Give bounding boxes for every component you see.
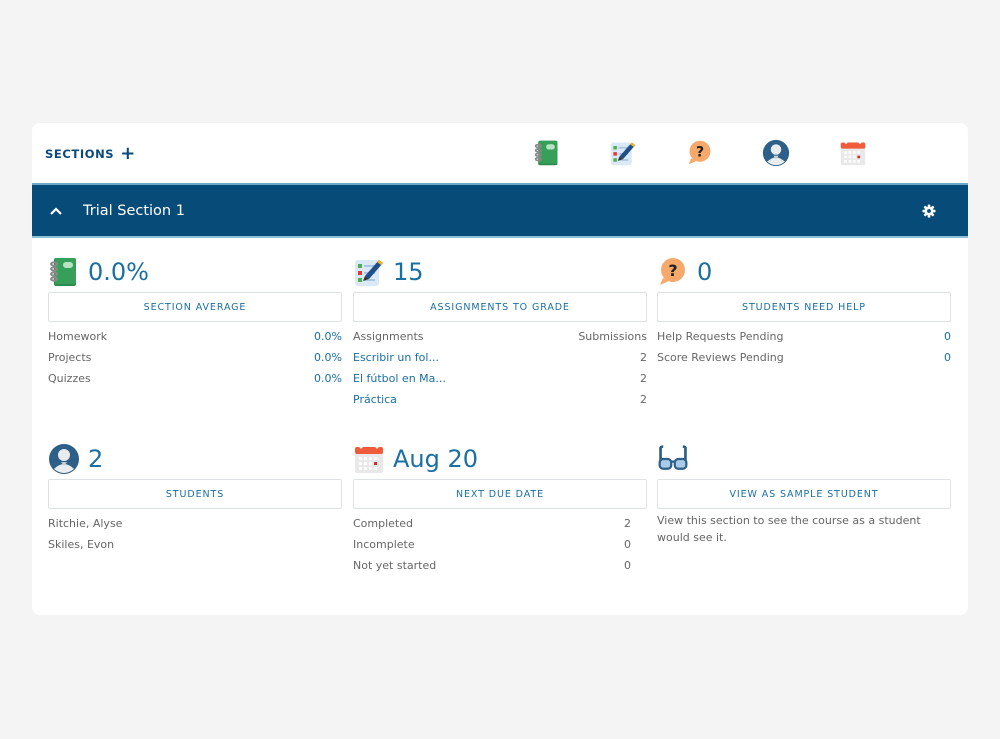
sample-student-description: View this section to see the course as a… [657, 514, 921, 544]
list-item: Not yet started 0 [353, 555, 631, 576]
students-button[interactable]: STUDENTS [48, 479, 342, 509]
row-label: Homework [48, 330, 108, 343]
column-header-assignments: Assignments [353, 330, 424, 343]
help-icon [657, 256, 689, 288]
table-header: Assignments Submissions [353, 326, 647, 347]
row-value: 0.0% [314, 372, 342, 385]
calendar-icon [353, 443, 385, 475]
section-header: Trial Section 1 [32, 183, 968, 238]
students-need-help-button[interactable]: STUDENTS NEED HELP [657, 292, 951, 322]
row-value: 0 [624, 538, 631, 551]
sample-student-panel: VIEW AS SAMPLE STUDENT View this section… [657, 442, 951, 546]
top-bar: SECTIONS + [32, 123, 968, 183]
chevron-up-icon[interactable] [49, 204, 63, 218]
column-header-submissions: Submissions [578, 330, 647, 343]
list-item: Ritchie, Alyse [48, 513, 342, 534]
row-label: Completed [353, 517, 413, 530]
grading-icon [353, 256, 385, 288]
row-value: 2 [624, 517, 631, 530]
table-row: Escribir un fol... 2 [353, 347, 647, 368]
grading-icon[interactable] [609, 139, 637, 167]
list-item: Help Requests Pending 0 [657, 326, 951, 347]
gear-icon[interactable] [922, 204, 936, 218]
row-value: 0.0% [314, 351, 342, 364]
students-icon [48, 443, 80, 475]
row-value[interactable]: 0 [944, 351, 951, 364]
next-due-panel: Aug 20 NEXT DUE DATE Completed 2 Incomple… [353, 442, 647, 576]
students-panel: 2 STUDENTS Ritchie, Alyse Skiles, Evon [48, 442, 342, 555]
assignments-panel: 15 ASSIGNMENTS TO GRADE Assignments Submi… [353, 255, 647, 410]
assignment-link[interactable]: Escribir un fol... [353, 351, 439, 364]
gradebook-icon [48, 256, 80, 288]
list-item: Projects 0.0% [48, 347, 342, 368]
row-label: Incomplete [353, 538, 415, 551]
gradebook-icon[interactable] [533, 139, 561, 167]
next-due-value: Aug 20 [393, 445, 479, 473]
top-icon-bar [32, 139, 968, 167]
help-value: 0 [697, 258, 713, 286]
row-value: 0 [624, 559, 631, 572]
section-average-button[interactable]: SECTION AVERAGE [48, 292, 342, 322]
list-item: Quizzes 0.0% [48, 368, 342, 389]
row-label: Score Reviews Pending [657, 351, 784, 364]
section-title: Trial Section 1 [83, 202, 185, 219]
next-due-date-button[interactable]: NEXT DUE DATE [353, 479, 647, 509]
row-value[interactable]: 0 [944, 330, 951, 343]
assignment-link[interactable]: Práctica [353, 393, 397, 406]
row-label: Quizzes [48, 372, 91, 385]
table-row: El fútbol en Ma... 2 [353, 368, 647, 389]
student-name: Skiles, Evon [48, 538, 115, 551]
glasses-icon [657, 443, 689, 475]
list-item: Incomplete 0 [353, 534, 631, 555]
list-item: Skiles, Evon [48, 534, 342, 555]
students-value: 2 [88, 445, 104, 473]
student-name: Ritchie, Alyse [48, 517, 123, 530]
section-card: SECTIONS + Trial Section 1 0.0% SECTION … [32, 123, 968, 615]
calendar-icon[interactable] [839, 139, 867, 167]
assignment-link[interactable]: El fútbol en Ma... [353, 372, 446, 385]
list-item: Score Reviews Pending 0 [657, 347, 951, 368]
assignments-to-grade-button[interactable]: ASSIGNMENTS TO GRADE [353, 292, 647, 322]
row-label: Help Requests Pending [657, 330, 784, 343]
list-item: Homework 0.0% [48, 326, 342, 347]
list-item: Completed 2 [353, 513, 631, 534]
students-icon[interactable] [762, 139, 790, 167]
row-label: Projects [48, 351, 92, 364]
submission-count: 2 [640, 393, 647, 406]
submission-count: 2 [640, 351, 647, 364]
help-panel: 0 STUDENTS NEED HELP Help Requests Pendi… [657, 255, 951, 368]
assignments-value: 15 [393, 258, 424, 286]
view-as-sample-student-button[interactable]: VIEW AS SAMPLE STUDENT [657, 479, 951, 509]
row-label: Not yet started [353, 559, 437, 572]
section-average-panel: 0.0% SECTION AVERAGE Homework 0.0% Projec… [48, 255, 342, 389]
section-average-value: 0.0% [88, 258, 149, 286]
submission-count: 2 [640, 372, 647, 385]
row-value: 0.0% [314, 330, 342, 343]
help-icon[interactable] [686, 139, 714, 167]
table-row: Práctica 2 [353, 389, 647, 410]
